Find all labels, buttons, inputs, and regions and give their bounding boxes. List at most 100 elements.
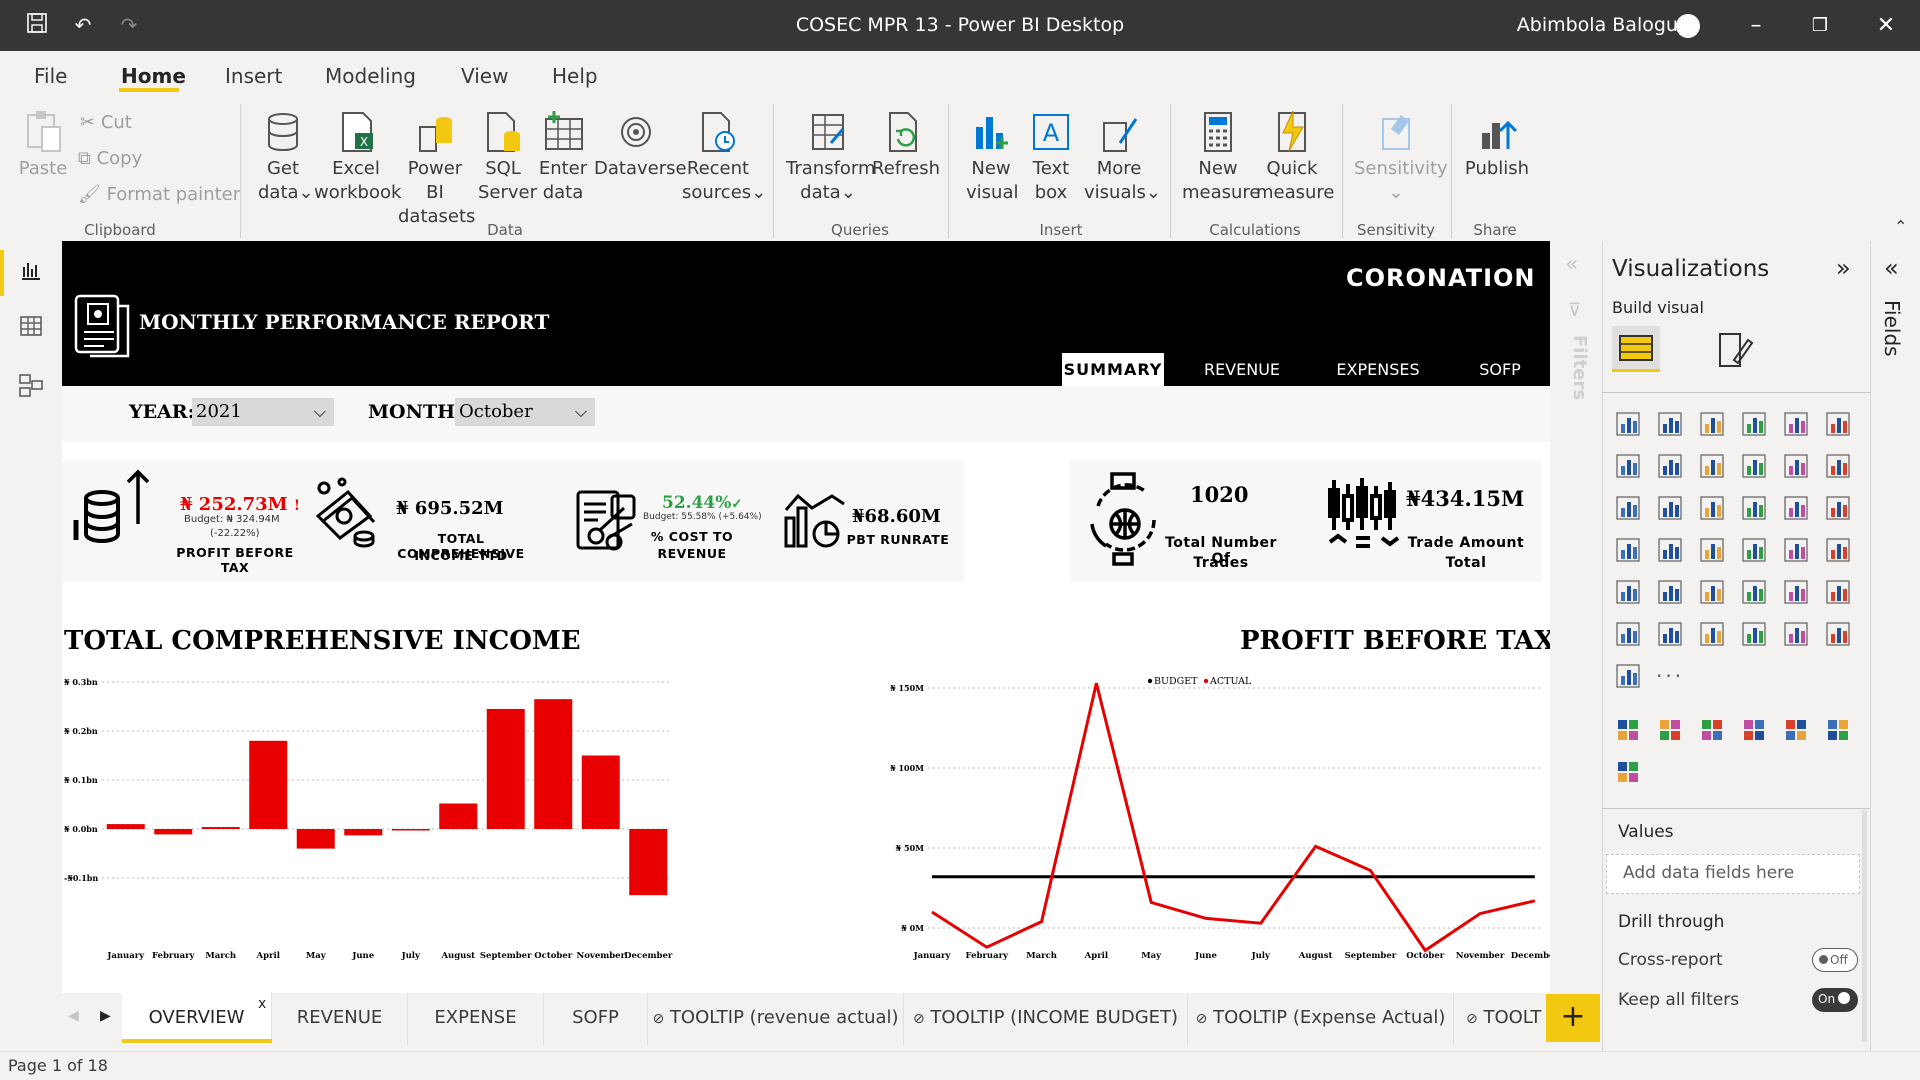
power-bi-datasets-button[interactable]: Power BI datasets <box>398 109 475 229</box>
custom-visual-3-icon[interactable] <box>1698 716 1728 746</box>
sensitivity-button[interactable]: Sensitivity ⌄ <box>1354 109 1448 205</box>
enter-data-button[interactable]: Enter data <box>538 109 588 205</box>
report-view-icon[interactable] <box>16 258 46 288</box>
fields-pane-collapsed[interactable] <box>1870 241 1920 1051</box>
restore-button[interactable]: ❐ <box>1800 12 1840 40</box>
paste-button[interactable]: Paste <box>16 109 70 181</box>
line-column-icon[interactable] <box>1740 452 1770 482</box>
page-tab-sofp[interactable]: SOFP <box>544 993 648 1045</box>
stacked-area-icon[interactable] <box>1698 452 1728 482</box>
add-page-button[interactable]: + <box>1546 994 1600 1042</box>
pie-icon[interactable] <box>1740 494 1770 524</box>
paginated-icon[interactable] <box>1740 620 1770 650</box>
avatar[interactable] <box>1676 14 1700 38</box>
month-select[interactable]: October ⌵ <box>455 398 595 426</box>
cross-report-toggle[interactable]: Off <box>1812 948 1858 972</box>
custom-visual-2-icon[interactable] <box>1656 716 1686 746</box>
nav-expenses[interactable]: EXPENSES <box>1320 353 1436 386</box>
user-name[interactable]: Abimbola Balogun <box>1517 14 1690 36</box>
cut-button[interactable]: ✂ Cut <box>80 111 132 135</box>
new-visual-button[interactable]: New visual <box>966 109 1018 205</box>
copy-button[interactable]: ⧉ Copy <box>78 147 142 171</box>
decomposition-tree-icon[interactable] <box>1614 620 1644 650</box>
scroll-left-icon[interactable]: ◀ <box>68 1008 79 1024</box>
qa-icon[interactable] <box>1656 620 1686 650</box>
map-icon[interactable] <box>1614 536 1644 566</box>
collapse-ribbon-icon[interactable]: ⌃ <box>1894 217 1907 236</box>
page-tab-overview[interactable]: OVERVIEW <box>122 993 272 1045</box>
area-chart-icon[interactable] <box>1656 452 1686 482</box>
custom-visual-6-icon[interactable] <box>1824 716 1854 746</box>
scatter-icon[interactable] <box>1698 494 1728 524</box>
minimize-button[interactable]: – <box>1736 12 1776 40</box>
dataverse-button[interactable]: Dataverse <box>594 109 687 181</box>
slicer-icon[interactable] <box>1614 578 1644 608</box>
menu-insert[interactable]: Insert <box>225 64 282 88</box>
funnel-icon[interactable] <box>1656 494 1686 524</box>
menu-file[interactable]: File <box>34 64 67 88</box>
menu-modeling[interactable]: Modeling <box>325 64 416 88</box>
collapse-pane-icon[interactable]: » <box>1836 254 1851 282</box>
treemap-icon[interactable] <box>1824 494 1854 524</box>
sql-server-button[interactable]: SQL Server <box>478 109 537 205</box>
power-apps-icon[interactable] <box>1824 620 1854 650</box>
kpi-icon[interactable] <box>1824 536 1854 566</box>
key-influencers-icon[interactable] <box>1824 578 1854 608</box>
custom-visual-5-icon[interactable] <box>1782 716 1812 746</box>
clustered-bar-icon[interactable] <box>1698 410 1728 440</box>
table-icon[interactable] <box>1656 578 1686 608</box>
nav-revenue[interactable]: REVENUE <box>1186 353 1298 386</box>
stacked-bar-icon[interactable] <box>1614 410 1644 440</box>
custom-visual-4-icon[interactable] <box>1740 716 1770 746</box>
format-visual-tab[interactable] <box>1714 330 1754 370</box>
page-tab-revenue[interactable]: REVENUE <box>272 993 408 1045</box>
arcgis-icon[interactable] <box>1782 620 1812 650</box>
close-tab-icon[interactable]: x <box>258 996 266 1012</box>
custom-visual-1-icon[interactable] <box>1614 716 1644 746</box>
scroll-right-icon[interactable]: ▶ <box>100 1008 111 1024</box>
menu-view[interactable]: View <box>461 64 508 88</box>
model-view-icon[interactable] <box>16 372 46 402</box>
clustered-column-icon[interactable] <box>1740 410 1770 440</box>
line-stacked-icon[interactable] <box>1782 452 1812 482</box>
card-icon[interactable] <box>1740 536 1770 566</box>
pane-scrollbar[interactable] <box>1862 810 1867 1042</box>
page-tab-tooltip-more[interactable]: ⊘ TOOLT <box>1454 993 1544 1045</box>
stacked-column-icon[interactable] <box>1656 410 1686 440</box>
custom-visual-7-icon[interactable] <box>1614 758 1644 788</box>
nav-summary[interactable]: SUMMARY <box>1062 353 1164 386</box>
values-drop-zone[interactable]: Add data fields here <box>1606 854 1860 894</box>
format-painter-button[interactable]: 🖌 Format painter <box>78 183 240 207</box>
gauge-icon[interactable] <box>1698 536 1728 566</box>
keep-filters-toggle[interactable]: On <box>1812 988 1858 1012</box>
quick-measure-button[interactable]: Quick measure <box>1256 109 1335 205</box>
get-data-button[interactable]: Get data⌄ <box>258 109 314 205</box>
donut-icon[interactable] <box>1782 494 1812 524</box>
recent-sources-button[interactable]: Recent sources⌄ <box>682 109 766 205</box>
waterfall-icon[interactable] <box>1614 494 1644 524</box>
build-visual-tab[interactable] <box>1612 326 1660 372</box>
matrix-icon[interactable] <box>1698 578 1728 608</box>
transform-data-button[interactable]: Transform data⌄ <box>786 109 876 205</box>
more-visuals-ellipsis[interactable]: ··· <box>1656 664 1684 688</box>
100-bar-icon[interactable] <box>1782 410 1812 440</box>
python-visual-icon[interactable] <box>1782 578 1812 608</box>
more-visuals-button[interactable]: More visuals⌄ <box>1084 109 1161 205</box>
power-automate-icon[interactable] <box>1614 662 1644 692</box>
data-view-icon[interactable] <box>16 314 46 344</box>
page-tab-tooltip-revenue[interactable]: ⊘ TOOLTIP (revenue actual) <box>648 993 904 1045</box>
year-select[interactable]: 2021 ⌵ <box>192 398 334 426</box>
r-visual-icon[interactable] <box>1740 578 1770 608</box>
page-tab-tooltip-expense[interactable]: ⊘ TOOLTIP (Expense Actual) <box>1188 993 1454 1045</box>
excel-workbook-button[interactable]: X Excel workbook <box>314 109 401 205</box>
expand-fields-icon[interactable]: « <box>1884 254 1899 282</box>
text-box-button[interactable]: A Text box <box>1026 109 1076 205</box>
multirow-card-icon[interactable] <box>1782 536 1812 566</box>
menu-help[interactable]: Help <box>552 64 598 88</box>
expand-filters-icon[interactable]: « <box>1565 252 1578 277</box>
page-tab-expense[interactable]: EXPENSE <box>408 993 544 1045</box>
filled-map-icon[interactable] <box>1656 536 1686 566</box>
new-measure-button[interactable]: New measure <box>1182 109 1261 205</box>
nav-sofp[interactable]: SOFP <box>1456 353 1544 386</box>
close-button[interactable]: ✕ <box>1866 12 1906 40</box>
